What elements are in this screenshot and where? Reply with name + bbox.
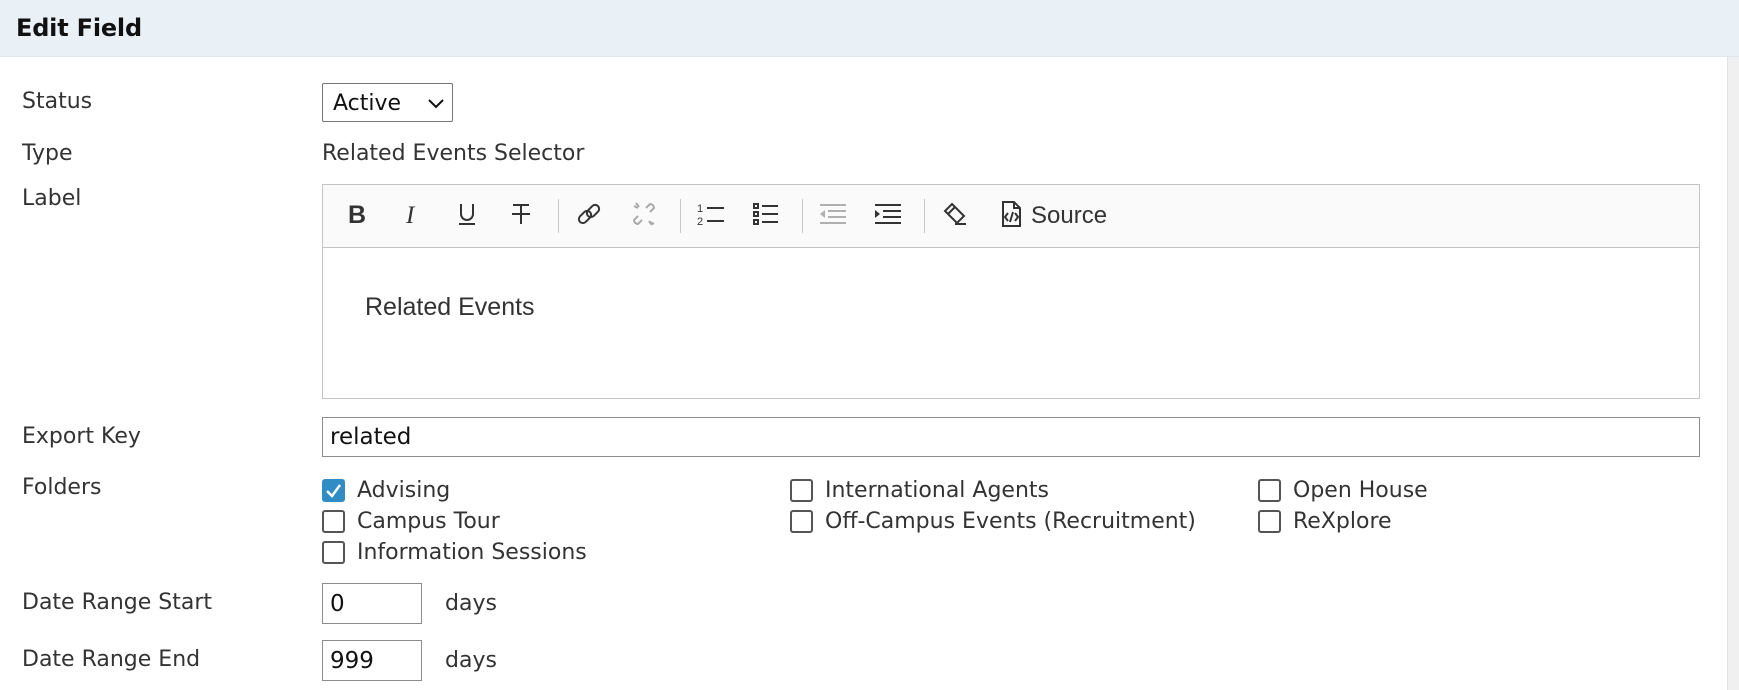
status-label: Status — [22, 89, 93, 114]
unlink-button[interactable] — [626, 198, 662, 234]
strikethrough-button[interactable] — [503, 198, 539, 234]
folder-checkbox-off-campus-events[interactable]: Off-Campus Events (Recruitment) — [790, 507, 1196, 535]
unlink-icon — [630, 200, 658, 232]
checkbox-icon — [790, 509, 813, 533]
remove-format-button[interactable] — [937, 198, 973, 234]
bulleted-list-button[interactable] — [748, 198, 784, 234]
date-range-end-input[interactable] — [322, 640, 422, 681]
chevron-down-icon — [427, 94, 445, 116]
checkbox-checked-icon — [322, 478, 345, 502]
folder-checkbox-open-house[interactable]: Open House — [1258, 476, 1428, 504]
folder-label: Information Sessions — [357, 539, 587, 565]
svg-text:2: 2 — [697, 216, 703, 228]
outdent-button[interactable] — [815, 198, 851, 234]
scrollbar[interactable] — [1727, 57, 1739, 690]
date-range-start-input[interactable] — [322, 583, 422, 624]
numbered-list-icon: 12 — [696, 200, 726, 232]
link-icon — [575, 200, 603, 232]
status-select-value: Active — [333, 91, 402, 116]
folder-checkbox-international-agents[interactable]: International Agents — [790, 476, 1049, 504]
label-field-label: Label — [22, 186, 82, 211]
checkbox-icon — [1258, 478, 1281, 502]
folder-checkbox-rexplore[interactable]: ReXplore — [1258, 507, 1392, 535]
underline-icon — [454, 201, 480, 231]
date-range-end-unit: days — [445, 648, 497, 673]
date-range-start-label: Date Range Start — [22, 590, 213, 615]
source-code-icon — [999, 200, 1023, 232]
folders-label: Folders — [22, 475, 102, 500]
folder-label: ReXplore — [1293, 508, 1392, 534]
type-value: Related Events Selector — [322, 141, 585, 166]
underline-button[interactable] — [449, 198, 485, 234]
strikethrough-icon — [508, 201, 534, 231]
bulleted-list-icon — [752, 201, 780, 231]
folder-checkbox-campus-tour[interactable]: Campus Tour — [322, 507, 500, 535]
export-key-input[interactable] — [322, 417, 1700, 457]
folder-label: Campus Tour — [357, 508, 500, 534]
checkbox-icon — [322, 509, 345, 533]
link-button[interactable] — [571, 198, 607, 234]
svg-text:1: 1 — [697, 203, 703, 215]
export-key-label: Export Key — [22, 424, 141, 449]
editor-content[interactable]: Related Events — [365, 293, 535, 322]
indent-button[interactable] — [870, 198, 906, 234]
type-label: Type — [22, 141, 73, 166]
bold-button[interactable]: B — [339, 198, 375, 234]
checkbox-icon — [790, 478, 813, 502]
date-range-end-label: Date Range End — [22, 647, 201, 672]
folder-checkbox-advising[interactable]: Advising — [322, 476, 450, 504]
checkbox-icon — [1258, 509, 1281, 533]
dialog-header: Edit Field — [0, 0, 1739, 57]
dialog-title: Edit Field — [16, 14, 142, 42]
svg-text:B: B — [348, 201, 366, 227]
eraser-icon — [941, 200, 969, 232]
folder-label: International Agents — [825, 477, 1049, 503]
numbered-list-button[interactable]: 12 — [693, 198, 729, 234]
rich-text-editor: B I 1 2 Source Related Events — [322, 184, 1700, 399]
date-range-start-unit: days — [445, 591, 497, 616]
bold-icon: B — [344, 201, 370, 231]
folder-label: Advising — [357, 477, 451, 503]
source-button-label: Source — [1031, 202, 1108, 229]
status-select[interactable]: Active — [322, 83, 453, 122]
svg-text:I: I — [405, 202, 416, 227]
outdent-icon — [818, 202, 848, 230]
checkbox-icon — [322, 540, 345, 564]
folder-label: Open House — [1293, 477, 1428, 503]
folder-checkbox-information-sessions[interactable]: Information Sessions — [322, 538, 587, 566]
indent-icon — [873, 202, 903, 230]
italic-button[interactable]: I — [394, 198, 430, 234]
source-button[interactable]: Source — [999, 198, 1107, 234]
folder-label: Off-Campus Events (Recruitment) — [825, 508, 1196, 534]
editor-toolbar: B I 1 2 Source — [323, 185, 1699, 248]
italic-icon: I — [399, 201, 425, 231]
